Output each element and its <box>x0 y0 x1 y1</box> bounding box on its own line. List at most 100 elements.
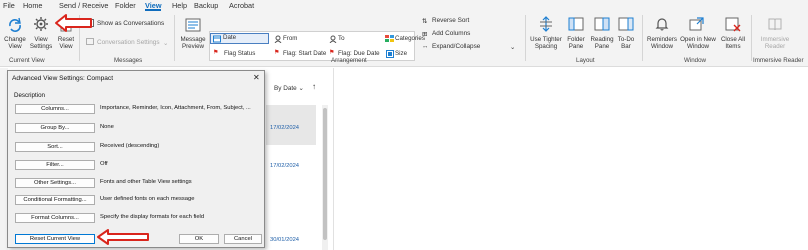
ribbon-separator <box>642 15 643 61</box>
messages-group-label: Messages <box>114 57 143 64</box>
message-date: 17/02/2024 <box>270 163 300 169</box>
window-group-label: Window <box>684 57 707 64</box>
expand-collapse-icon: ↔ <box>422 43 429 50</box>
reset-view-label: Reset View <box>57 36 75 50</box>
conditional-formatting-button[interactable]: Conditional Formatting... <box>15 195 95 205</box>
reading-pane-label: Reading Pane <box>590 36 614 50</box>
dialog-title: Advanced View Settings: Compact <box>12 75 114 82</box>
flag-icon: ⚑ <box>213 49 219 56</box>
close-all-icon <box>725 17 741 32</box>
show-as-conversations-label: Show as Conversations <box>97 20 165 27</box>
ribbon: Change View View Settings Reset View Cur… <box>0 11 808 67</box>
arrange-flag-start-date[interactable]: Flag: Start Date <box>283 50 326 57</box>
sort-value: Received (descending) <box>100 143 160 149</box>
use-tighter-spacing-label: Use Tighter Spacing <box>530 36 562 50</box>
arrange-to[interactable]: To <box>338 35 345 42</box>
flag-icon: ⚑ <box>274 49 280 56</box>
advanced-view-settings-dialog: Advanced View Settings: Compact ✕ Descri… <box>7 70 265 248</box>
conditional-formatting-value: User defined fonts on each message <box>100 196 195 202</box>
current-view-group-label: Current View <box>9 57 45 64</box>
todo-bar-icon <box>618 17 634 31</box>
gear-icon <box>34 17 48 31</box>
reading-pane-icon <box>594 17 610 31</box>
menu-help[interactable]: Help <box>172 1 187 10</box>
size-icon <box>386 50 394 58</box>
outlook-window: File Home Send / Receive Folder View Hel… <box>0 0 808 250</box>
folder-pane-label: Folder Pane <box>567 36 585 50</box>
arrange-flag-due-date[interactable]: Flag: Due Date <box>338 50 380 57</box>
tighter-spacing-icon <box>540 16 552 32</box>
reset-current-view-button[interactable]: Reset Current View <box>15 234 95 244</box>
arrangement-group-label: Arrangement <box>331 57 367 64</box>
change-view-label: Change View <box>4 36 26 50</box>
columns-value: Importance, Reminder, Icon, Attachment, … <box>100 105 251 111</box>
person-icon <box>274 35 282 43</box>
ribbon-separator <box>751 15 752 61</box>
filter-value: Off <box>100 161 108 167</box>
expand-collapse-label: Expand/Collapse <box>432 43 481 50</box>
menu-file[interactable]: File <box>3 1 15 10</box>
view-settings-label: View Settings <box>29 36 53 50</box>
menu-bar: File Home Send / Receive Folder View Hel… <box>0 0 808 11</box>
red-arrow-annotation-icon <box>55 14 92 32</box>
ribbon-separator <box>525 15 526 61</box>
reminders-window-label: Reminders Window <box>647 36 677 50</box>
change-view-icon <box>9 17 21 32</box>
todo-bar-label: To-Do Bar <box>617 36 635 50</box>
sort-button[interactable]: Sort... <box>15 142 95 152</box>
message-list-scrollbar[interactable] <box>322 105 328 250</box>
arrange-flag-status[interactable]: Flag Status <box>224 50 255 57</box>
format-columns-value: Specify the display formats for each fie… <box>100 214 205 220</box>
group-by-value: None <box>100 124 114 130</box>
ok-button[interactable]: OK <box>179 234 219 244</box>
message-preview-icon <box>185 18 201 32</box>
format-columns-button[interactable]: Format Columns... <box>15 213 95 223</box>
recipient-icon <box>329 35 337 43</box>
open-in-new-window-label: Open in New Window <box>680 36 716 50</box>
sort-arrow-up-icon[interactable]: ↑ <box>312 82 316 91</box>
close-all-items-label: Close All Items <box>720 36 746 50</box>
arrange-from[interactable]: From <box>283 35 297 42</box>
menu-home[interactable]: Home <box>23 1 42 10</box>
calendar-icon <box>213 35 221 43</box>
cancel-button[interactable]: Cancel <box>224 234 262 244</box>
scrollbar-thumb[interactable] <box>323 108 327 240</box>
chevron-down-icon: ⌄ <box>510 44 516 51</box>
immersive-reader-group-label: Immersive Reader <box>753 57 804 64</box>
conversation-settings-icon <box>86 38 94 45</box>
arrange-categories[interactable]: Categories <box>395 35 425 42</box>
folder-pane-icon <box>568 17 584 31</box>
immersive-reader-label: Immersive Reader <box>760 36 790 50</box>
description-heading: Description <box>14 92 45 99</box>
bell-icon <box>655 18 669 31</box>
sort-by-date[interactable]: By Date ⌄ <box>274 84 304 92</box>
other-settings-value: Fonts and other Table View settings <box>100 179 192 185</box>
reverse-sort-label: Reverse Sort <box>432 17 470 24</box>
arrange-size[interactable]: Size <box>395 50 407 57</box>
message-date: 17/02/2024 <box>270 125 300 131</box>
reverse-sort-icon: ⇅ <box>422 18 428 25</box>
ribbon-separator <box>174 15 175 61</box>
menu-backup[interactable]: Backup <box>194 1 218 10</box>
menu-send-receive[interactable]: Send / Receive <box>59 1 109 10</box>
reading-pane-divider[interactable] <box>333 68 334 250</box>
arrangement-gallery: Date From To Categories Flag Status ⚑ Fl… <box>209 31 425 61</box>
flag-icon: ⚑ <box>329 49 335 56</box>
group-by-button[interactable]: Group By... <box>15 123 95 133</box>
new-window-icon <box>689 17 704 31</box>
layout-group-label: Layout <box>576 57 595 64</box>
close-icon[interactable]: ✕ <box>253 73 260 82</box>
red-arrow-annotation-icon <box>97 229 149 245</box>
conversation-settings-label: Conversation Settings <box>97 39 160 46</box>
immersive-reader-icon <box>768 18 782 31</box>
categories-icon <box>385 35 394 42</box>
other-settings-button[interactable]: Other Settings... <box>15 178 95 188</box>
filter-button[interactable]: Filter... <box>15 160 95 170</box>
columns-button[interactable]: Columns... <box>15 104 95 114</box>
message-date: 30/01/2024 <box>270 237 300 243</box>
chevron-down-icon: ⌄ <box>163 40 169 47</box>
menu-folder[interactable]: Folder <box>115 1 136 10</box>
add-columns-icon: ⊞ <box>422 31 428 38</box>
message-preview-label: Message Preview <box>180 36 206 50</box>
menu-acrobat[interactable]: Acrobat <box>229 1 254 10</box>
